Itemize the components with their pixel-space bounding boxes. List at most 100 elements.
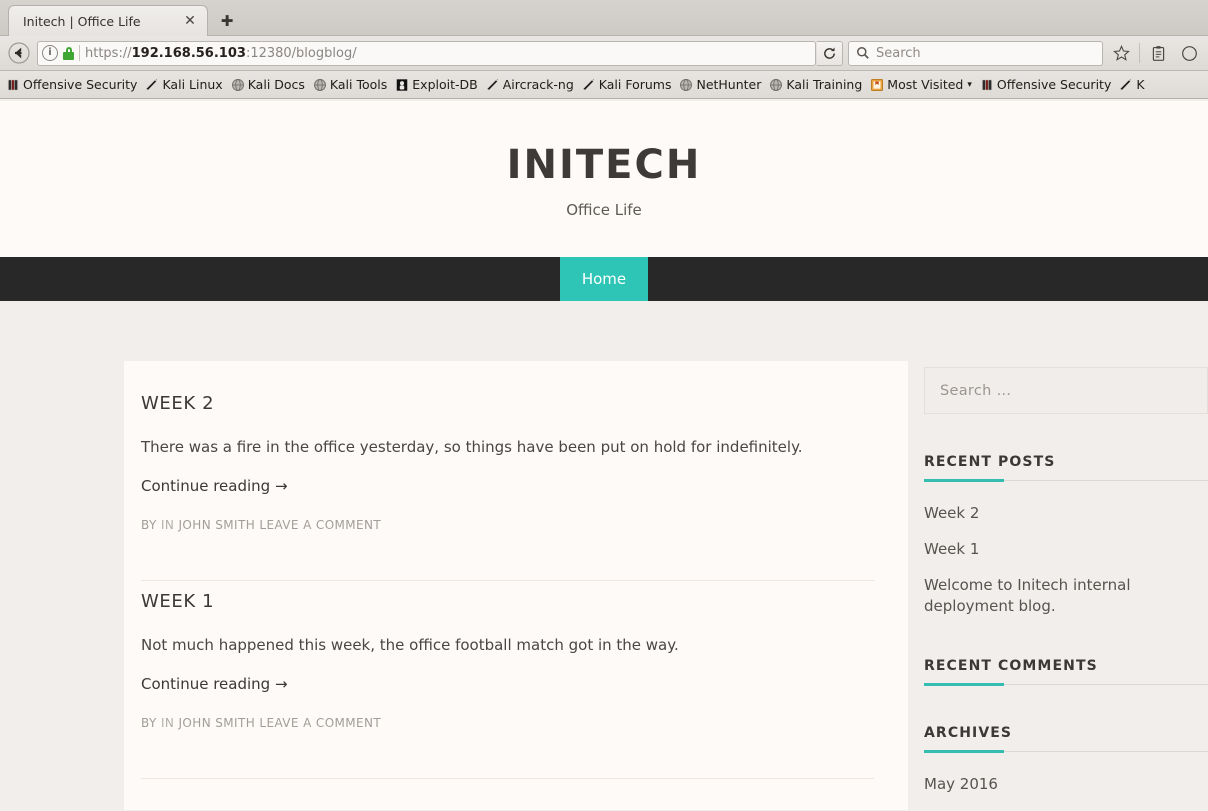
post-excerpt: There was a fire in the office yesterday… [141, 438, 803, 456]
browser-tab[interactable]: Initech | Office Life ✕ [8, 5, 208, 36]
post-title[interactable]: WEEK 2 [141, 393, 908, 414]
dragon-icon [146, 78, 158, 90]
post-divider [141, 778, 874, 779]
navigation-toolbar: i https://192.168.56.103:12380/blogblog/… [0, 36, 1208, 71]
sidebar-search-widget: Search … [924, 367, 1208, 414]
continue-reading-link[interactable]: Continue reading → [141, 477, 908, 495]
nav-item-home[interactable]: Home [559, 257, 649, 301]
widget-underline [924, 683, 1208, 686]
post-meta-author[interactable]: JOHN SMITH [178, 518, 255, 532]
bookmark-label: K [1136, 77, 1145, 92]
bookmark-label: Kali Forums [598, 77, 672, 92]
widget-recent-posts: RECENT POSTS Week 2 Week 1 Welcome to In… [924, 454, 1208, 618]
bookmark-item[interactable]: Kali Forums [578, 73, 676, 97]
widget-title: RECENT POSTS [924, 454, 1056, 470]
url-bar[interactable]: i https://192.168.56.103:12380/blogblog/ [37, 40, 816, 66]
bookmark-item[interactable]: Aircrack-ng [482, 73, 578, 97]
post-excerpt: Not much happened this week, the office … [141, 636, 679, 654]
widget-title: ARCHIVES [924, 725, 1013, 741]
clipboard-icon[interactable] [1145, 40, 1171, 66]
bookmark-item[interactable]: K [1115, 73, 1148, 97]
bookmarks-toolbar: Offensive Security Kali Linux Kali Docs Kal… [0, 71, 1208, 99]
bookmark-item[interactable]: Kali Linux [141, 73, 226, 97]
bookmark-item[interactable]: Most Visited ▾ [866, 73, 976, 97]
post-list: WEEK 2 There was a fire in the office ye… [124, 361, 908, 810]
post-entry: WEEK 2 There was a fire in the office ye… [141, 383, 908, 580]
bookmark-label: Offensive Security [23, 77, 138, 92]
exploitdb-icon [397, 78, 408, 91]
url-divider [79, 45, 80, 61]
bookmark-label: Kali Docs [247, 77, 305, 92]
bookmark-label: Exploit-DB [412, 77, 478, 92]
globe-icon [313, 78, 326, 91]
clipboard-glyph [1152, 45, 1164, 61]
globe-icon [231, 78, 244, 91]
site-header: INITECH Office Life [0, 101, 1208, 257]
recent-post-link[interactable]: Week 1 [924, 539, 1208, 561]
bookmark-item[interactable]: Kali Tools [309, 73, 391, 97]
back-arrow-icon[interactable] [6, 40, 32, 66]
site-title: INITECH [506, 142, 702, 188]
bookmark-label: Kali Tools [329, 77, 388, 92]
list-item: Week 1 [924, 539, 1208, 561]
search-placeholder: Search … [940, 382, 1012, 399]
bookmark-label: Aircrack-ng [502, 77, 574, 92]
bookmark-item[interactable]: NetHunter [675, 73, 765, 97]
bookmark-label: Kali Training [786, 77, 863, 92]
bookmark-item[interactable]: Offensive Security [2, 73, 141, 97]
widget-underline [924, 479, 1208, 482]
bookmark-folder-icon [871, 78, 884, 91]
bookmark-item[interactable]: Offensive Security [976, 73, 1115, 97]
bookmark-item[interactable]: Kali Training [765, 73, 866, 97]
post-title[interactable]: WEEK 1 [141, 591, 908, 612]
reload-glyph [824, 47, 835, 59]
bookmark-label: Most Visited [887, 77, 964, 92]
recent-post-link[interactable]: Welcome to Initech internal deployment b… [924, 575, 1208, 619]
browser-window: Initech | Office Life ✕ ✚ i https://192.… [0, 0, 1208, 811]
web-page: INITECH Office Life Home WEEK 2 There wa… [0, 101, 1208, 811]
menu-icon[interactable] [1176, 40, 1202, 66]
browser-search-placeholder: Search [876, 45, 921, 61]
post-meta: BY IN JOHN SMITH LEAVE A COMMENT [141, 716, 908, 778]
archives-list: May 2016 [924, 774, 1208, 796]
lock-icon[interactable] [63, 46, 74, 60]
continue-reading-link[interactable]: Continue reading → [141, 675, 908, 693]
info-icon[interactable]: i [42, 45, 58, 61]
page-body: WEEK 2 There was a fire in the office ye… [0, 301, 1208, 810]
list-item: May 2016 [924, 774, 1208, 796]
plus-icon[interactable]: ✚ [212, 7, 242, 35]
url-text: https://192.168.56.103:12380/blogblog/ [85, 46, 811, 61]
post-entry: WEEK 1 Not much happened this week, the … [141, 581, 908, 778]
dragon-icon [1120, 78, 1132, 90]
bookmark-item[interactable]: Kali Docs [227, 73, 309, 97]
post-meta-comments[interactable]: LEAVE A COMMENT [259, 716, 381, 730]
site-nav: Home [0, 257, 1208, 301]
post-meta: BY IN JOHN SMITH LEAVE A COMMENT [141, 518, 908, 580]
dragon-icon [583, 78, 594, 90]
offsec-icon [981, 78, 993, 91]
search-input[interactable]: Search … [924, 367, 1208, 414]
bookmark-label: NetHunter [696, 77, 762, 92]
close-icon[interactable]: ✕ [181, 12, 199, 30]
browser-search-box[interactable]: Search [848, 40, 1103, 66]
post-meta-by: BY [141, 518, 157, 532]
archive-link[interactable]: May 2016 [924, 774, 1208, 796]
url-path: :12380/blogblog/ [245, 45, 357, 61]
list-item: Week 2 [924, 503, 1208, 525]
toolbar-divider [1139, 43, 1140, 63]
recent-post-link[interactable]: Week 2 [924, 503, 1208, 525]
tab-title: Initech | Office Life [23, 13, 141, 29]
bookmark-item[interactable]: Exploit-DB [391, 73, 481, 97]
offsec-icon [7, 78, 19, 91]
url-host: 192.168.56.103 [131, 45, 246, 61]
chevron-down-icon[interactable]: ▾ [967, 80, 972, 90]
post-meta-in: IN [160, 518, 175, 532]
post-meta-author[interactable]: JOHN SMITH [178, 716, 255, 730]
globe-icon [770, 78, 783, 91]
dragon-icon [487, 78, 498, 90]
reload-icon[interactable] [817, 40, 843, 66]
post-meta-comments[interactable]: LEAVE A COMMENT [259, 518, 381, 532]
url-scheme: https:// [85, 45, 132, 61]
star-icon[interactable] [1108, 40, 1134, 66]
bookmark-label: Kali Linux [162, 77, 223, 92]
